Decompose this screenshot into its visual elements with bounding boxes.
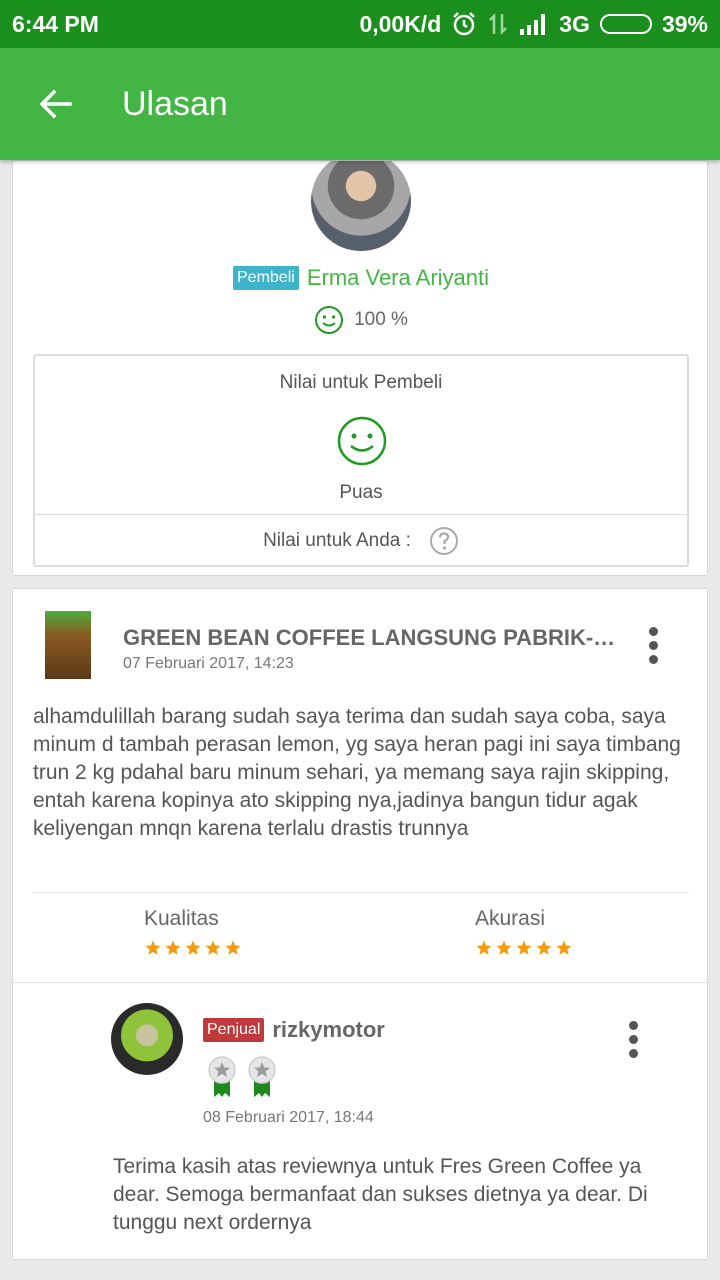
accuracy-metric: Akurasi: [475, 907, 615, 957]
product-thumbnail[interactable]: [45, 611, 91, 679]
review-date: 07 Februari 2017, 14:23: [123, 655, 294, 672]
page-title: Ulasan: [122, 84, 228, 123]
status-right: 0,00K/d 3G 39%: [359, 11, 708, 38]
battery-percent: 39%: [661, 10, 708, 37]
star-icon: [205, 940, 221, 955]
medal-icon: [208, 1056, 236, 1097]
satisfaction-row: 100 %: [13, 305, 707, 335]
rating-for-you: Nilai untuk Anda :: [35, 526, 687, 556]
smiley-icon: [315, 306, 344, 334]
product-title[interactable]: GREEN BEAN COFFEE LANGSUNG PABRIK-J...: [123, 625, 623, 651]
alarm-icon: [453, 12, 476, 36]
star-icon: [476, 940, 492, 955]
more-dot: [628, 1034, 638, 1044]
review-card: GREEN BEAN COFFEE LANGSUNG PABRIK-J... 0…: [12, 588, 708, 1260]
quality-metric: Kualitas: [144, 907, 284, 957]
status-time: 6:44 PM: [12, 10, 99, 37]
buyer-avatar[interactable]: [311, 161, 411, 251]
help-icon[interactable]: [429, 526, 459, 556]
rating-box: Nilai untuk Pembeli Puas Nilai untuk And…: [33, 354, 689, 567]
rating-for-you-label: Nilai untuk Anda :: [263, 530, 411, 551]
more-dot: [628, 1048, 638, 1058]
star-icon: [225, 940, 241, 955]
seller-tag: Penjual: [203, 1018, 265, 1042]
arrow-left-icon: [39, 89, 72, 119]
rating-result: Puas: [339, 482, 383, 503]
app-bar: Ulasan: [0, 48, 720, 160]
more-dot: [648, 626, 658, 636]
star-icon: [516, 940, 532, 955]
back-button[interactable]: [0, 48, 112, 160]
medal-icon: [248, 1056, 276, 1097]
reply-date: 08 Februari 2017, 18:44: [203, 1109, 374, 1126]
buyer-tag: Pembeli: [233, 266, 299, 290]
satisfaction-percent: 100 %: [354, 309, 408, 330]
accuracy-label: Akurasi: [475, 907, 546, 930]
seller-name[interactable]: rizkymotor: [272, 1017, 384, 1043]
network-speed: 0,00K/d: [359, 10, 442, 37]
seller-row: Penjual rizkymotor: [203, 1017, 385, 1043]
signal-icon: [520, 14, 546, 35]
buyer-card: Pembeli Erma Vera Ariyanti 100 % Nilai u…: [12, 160, 708, 576]
data-transfer-icon: [489, 12, 508, 36]
buyer-row: Pembeli Erma Vera Ariyanti: [13, 265, 707, 291]
star-icon: [165, 940, 181, 955]
battery-icon: [599, 14, 652, 34]
review-text: alhamdulillah barang sudah saya terima d…: [33, 705, 681, 840]
accuracy-stars: [475, 939, 615, 957]
reply-text: Terima kasih atas reviewnya untuk Fres G…: [113, 1155, 648, 1234]
more-dot: [648, 654, 658, 664]
quality-label: Kualitas: [144, 907, 219, 930]
star-icon: [496, 940, 512, 955]
more-dot: [648, 640, 658, 650]
buyer-name[interactable]: Erma Vera Ariyanti: [307, 265, 489, 291]
seller-medals: [207, 1055, 277, 1099]
more-dot: [628, 1020, 638, 1030]
review-more-button[interactable]: [633, 615, 673, 675]
star-icon: [145, 940, 161, 955]
rating-title: Nilai untuk Pembeli: [279, 372, 443, 393]
divider: [33, 892, 689, 893]
smiley-icon: [337, 416, 387, 466]
star-icon: [556, 940, 572, 955]
seller-avatar[interactable]: [111, 1003, 183, 1075]
star-icon: [536, 940, 552, 955]
star-icon: [185, 940, 201, 955]
quality-stars: [144, 939, 284, 957]
reply-more-button[interactable]: [613, 1009, 653, 1069]
status-bar: 6:44 PM 0,00K/d 3G 39%: [0, 0, 720, 48]
network-type: 3G: [559, 10, 590, 37]
divider: [35, 514, 687, 515]
divider: [13, 982, 707, 983]
